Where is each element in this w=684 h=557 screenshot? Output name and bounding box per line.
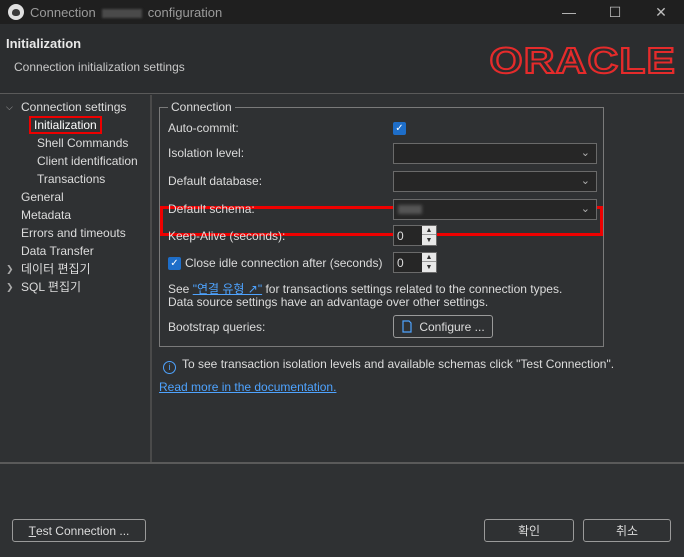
tree-item-shell-commands[interactable]: Shell Commands — [0, 134, 150, 152]
connection-type-link[interactable]: "연결 유형 ↗" — [193, 282, 262, 296]
chevron-down-icon: ⌄ — [580, 203, 590, 215]
tree-item-label: Initialization — [29, 116, 102, 134]
note-text: See — [168, 282, 190, 296]
tree-item-transactions[interactable]: Transactions — [0, 170, 150, 188]
auto-commit-label: Auto-commit: — [168, 121, 239, 135]
settings-content: Connection Auto-commit: ✓ Isolation leve… — [154, 95, 684, 462]
tree-item-label: SQL 편집기 — [21, 280, 82, 294]
tree-item-errors-timeouts[interactable]: Errors and timeouts — [0, 224, 150, 242]
document-icon — [402, 320, 412, 333]
ok-button[interactable]: 확인 — [484, 519, 574, 542]
tree-item-label: Errors and timeouts — [21, 226, 126, 240]
tree-item-metadata[interactable]: Metadata — [0, 206, 150, 224]
spin-down-icon[interactable]: ▼ — [422, 236, 436, 245]
keep-alive-label: Keep-Alive (seconds): — [168, 229, 286, 243]
default-schema-label: Default schema: — [168, 202, 255, 216]
tree-item-label: Connection settings — [21, 100, 127, 114]
tree-item-connection-settings[interactable]: ⌵ Connection settings — [0, 98, 150, 116]
settings-tree: ⌵ Connection settings Initialization She… — [0, 95, 152, 462]
close-idle-value: 0 — [397, 256, 404, 270]
isolation-level-select[interactable]: ⌄ — [393, 143, 597, 164]
info-text: To see transaction isolation levels and … — [182, 357, 615, 371]
chevron-down-icon: ⌄ — [580, 147, 590, 159]
test-connection-button[interactable]: Test Connection ... — [12, 519, 146, 542]
tree-item-label: 데이터 편집기 — [21, 262, 91, 276]
page-header: Initialization Connection initialization… — [0, 24, 684, 94]
configure-label: Configure ... — [419, 319, 485, 334]
redacted-schema — [398, 205, 422, 214]
keep-alive-spinner[interactable]: 0 ▲ ▼ — [393, 225, 437, 246]
documentation-link[interactable]: Read more in the documentation. — [159, 380, 336, 394]
info-icon: i — [163, 361, 176, 374]
tree-item-initialization[interactable]: Initialization — [0, 116, 150, 134]
app-logo-icon — [8, 4, 24, 20]
isolation-level-label: Isolation level: — [168, 146, 245, 160]
chevron-down-icon: ⌄ — [580, 175, 590, 187]
close-idle-label: Close idle connection after (seconds) — [185, 256, 383, 270]
spin-up-icon[interactable]: ▲ — [422, 253, 436, 262]
note-text: for transactions settings related to the… — [265, 282, 563, 296]
tree-item-label: Client identification — [37, 154, 138, 168]
default-database-select[interactable]: ⌄ — [393, 171, 597, 192]
spin-down-icon[interactable]: ▼ — [422, 263, 436, 272]
configure-button[interactable]: Configure ... — [393, 315, 493, 338]
data-source-note: Data source settings have an advantage o… — [168, 295, 489, 309]
keep-alive-value: 0 — [397, 229, 404, 243]
tree-item-label: Metadata — [21, 208, 72, 222]
tree-item-general[interactable]: General — [0, 188, 150, 206]
tree-item-data-transfer[interactable]: Data Transfer — [0, 242, 150, 260]
minimize-button[interactable]: — — [546, 0, 592, 24]
default-schema-select[interactable]: ⌄ — [393, 199, 597, 220]
tree-item-label: General — [21, 190, 64, 204]
tree-item-label: Shell Commands — [37, 136, 129, 150]
spin-up-icon[interactable]: ▲ — [422, 226, 436, 235]
tree-item-label: Transactions — [37, 172, 106, 186]
tree-item-data-editor[interactable]: ❯ 데이터 편집기 — [0, 260, 150, 278]
oracle-logo: ORACLE — [488, 39, 676, 82]
redacted-name — [101, 8, 142, 18]
title-bar: Connection configuration — ☐ ✕ — [0, 0, 684, 24]
bootstrap-queries-label: Bootstrap queries: — [168, 320, 266, 334]
close-button[interactable]: ✕ — [638, 0, 684, 24]
dialog-footer: Test Connection ... 확인 취소 — [0, 462, 684, 557]
test-connection-mnemonic: T — [28, 523, 36, 538]
page-title: Initialization — [6, 36, 82, 51]
close-idle-checkbox[interactable]: ✓ — [168, 257, 181, 270]
connection-group: Connection Auto-commit: ✓ Isolation leve… — [159, 100, 604, 347]
tree-item-sql-editor[interactable]: ❯ SQL 편집기 — [0, 278, 150, 296]
chevron-right-icon[interactable]: ❯ — [6, 260, 14, 278]
connection-group-legend: Connection — [168, 100, 235, 114]
auto-commit-checkbox[interactable]: ✓ — [393, 122, 406, 135]
close-idle-spinner[interactable]: 0 ▲ ▼ — [393, 252, 437, 273]
default-database-label: Default database: — [168, 174, 263, 188]
cancel-button[interactable]: 취소 — [583, 519, 671, 542]
tree-item-client-identification[interactable]: Client identification — [0, 152, 150, 170]
maximize-button[interactable]: ☐ — [592, 0, 638, 24]
info-line: i To see transaction isolation levels and… — [163, 357, 614, 374]
tree-item-label: Data Transfer — [21, 244, 94, 258]
test-connection-label: est Connection ... — [35, 523, 130, 538]
page-subtitle: Connection initialization settings — [14, 60, 185, 74]
chevron-down-icon[interactable]: ⌵ — [6, 98, 13, 116]
window-title: Connection configuration — [30, 4, 223, 20]
chevron-right-icon[interactable]: ❯ — [6, 278, 14, 296]
